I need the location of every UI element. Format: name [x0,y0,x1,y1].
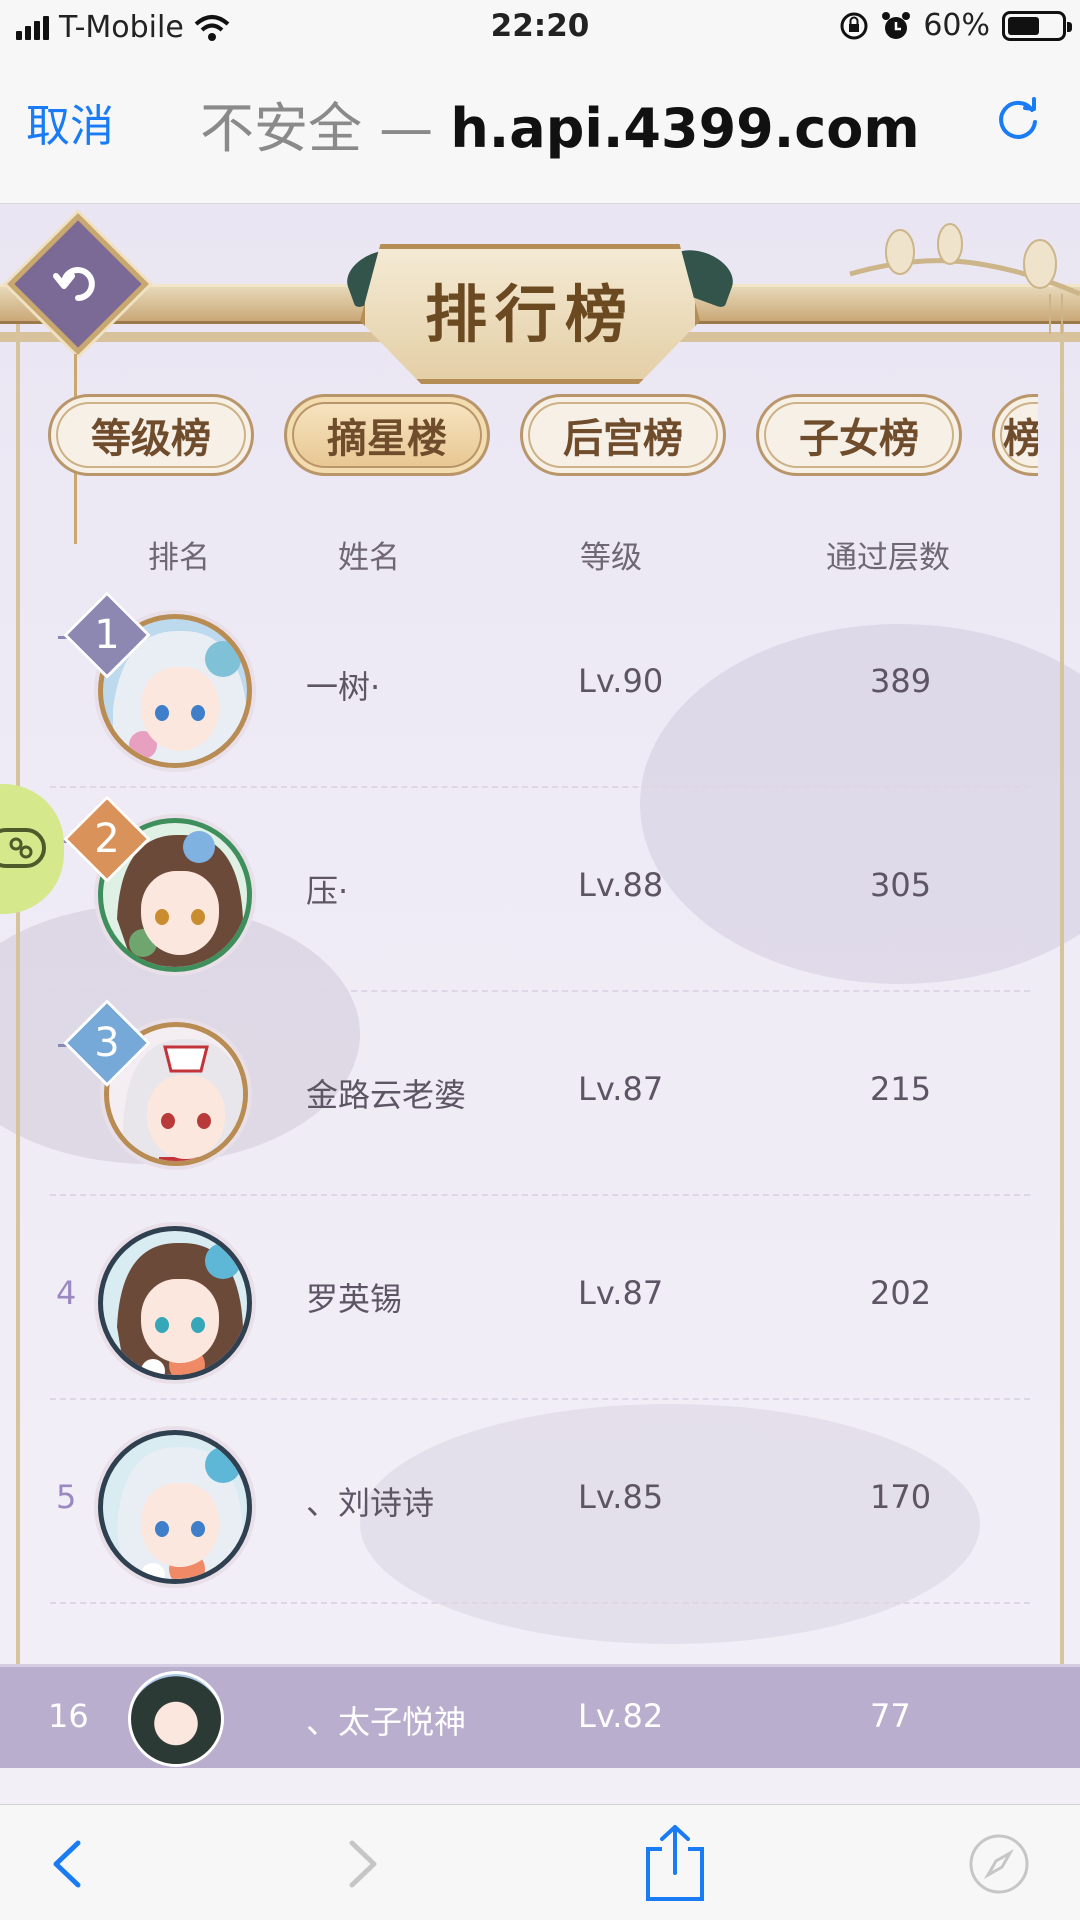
ranking-screen: 排行榜 等级榜 摘星楼 后宫榜 子女榜 榜 排名 姓名 等级 通过层数 1 一树… [0,204,1080,1804]
tab-children[interactable]: 子女榜 [756,394,962,476]
player-level: Lv.87 [578,1274,664,1312]
col-name: 姓名 [338,540,400,576]
rank-number: 3 [94,1020,120,1066]
col-floors: 通过层数 [826,540,950,576]
my-floors: 77 [870,1697,911,1735]
player-name: 金路云老婆 [306,1076,467,1114]
player-level: Lv.88 [578,866,664,904]
return-icon[interactable] [50,256,106,312]
host-label: h.api.4399.com [450,97,920,160]
status-bar: T-Mobile 22:20 60% [0,0,1080,54]
floors-passed: 170 [870,1478,932,1516]
floors-passed: 202 [870,1274,932,1312]
floors-passed: 305 [870,866,932,904]
table-row[interactable]: 5 、刘诗诗 Lv.85 170 [0,1400,1080,1604]
back-icon[interactable] [36,1831,102,1897]
insecure-label: 不安全 — [200,97,434,160]
player-level: Lv.85 [578,1478,664,1516]
table-row[interactable]: 3 金路云老婆 Lv.87 215 [0,992,1080,1196]
tab-harem[interactable]: 后宫榜 [520,394,726,476]
browser-header: 取消 不安全 — h.api.4399.com [0,54,1080,204]
battery-icon [1002,10,1072,41]
battery-percent: 60% [923,8,990,43]
floors-passed: 389 [870,662,932,700]
lock-rotation-icon [840,12,868,39]
compass-icon[interactable] [966,1831,1032,1897]
player-level: Lv.90 [578,662,664,700]
browser-toolbar [0,1804,1080,1920]
table-row[interactable]: 4 罗英锡 Lv.87 202 [0,1196,1080,1400]
avatar [98,1226,252,1380]
player-name: 罗英锡 [306,1280,403,1318]
game-controller-icon[interactable] [0,822,46,872]
col-rank: 排名 [148,540,210,576]
page-title: 排行榜 [424,278,635,351]
avatar [98,1430,252,1584]
player-name: 一树· [306,668,381,706]
rank-number: 4 [56,1274,77,1312]
forward-icon[interactable] [328,1831,394,1897]
table-row[interactable]: 1 一树· Lv.90 389 [0,584,1080,788]
share-icon[interactable] [640,1823,710,1903]
my-ranking-row[interactable]: 16 、太子悦神 Lv.82 77 [0,1664,1080,1768]
cancel-button[interactable]: 取消 [26,90,114,154]
player-level: Lv.87 [578,1070,664,1108]
my-name: 、太子悦神 [306,1703,467,1741]
alarm-icon [882,11,911,39]
reload-icon[interactable] [992,92,1044,144]
branch-decoration [849,223,1080,334]
rank-number: 1 [94,612,120,658]
rank-number: 2 [94,816,120,862]
tab-level[interactable]: 等级榜 [48,394,254,476]
table-header: 排名 姓名 等级 通过层数 [0,522,1080,582]
url-title[interactable]: 不安全 — h.api.4399.com [200,84,920,163]
tab-star-tower[interactable]: 摘星楼 [284,394,490,476]
floors-passed: 215 [870,1070,932,1108]
status-right: 60% [839,8,1072,43]
tab-more[interactable]: 榜 [992,394,1038,476]
table-row[interactable]: 2 压· Lv.88 305 [0,788,1080,992]
player-name: 压· [306,872,349,910]
my-avatar [128,1671,224,1767]
player-name: 、刘诗诗 [306,1484,435,1522]
col-level: 等级 [580,540,642,576]
my-level: Lv.82 [578,1697,664,1735]
rank-number: 5 [56,1478,77,1516]
ranking-tabs: 等级榜 摘星楼 后宫榜 子女榜 榜 [48,394,1038,480]
my-rank: 16 [48,1697,89,1735]
